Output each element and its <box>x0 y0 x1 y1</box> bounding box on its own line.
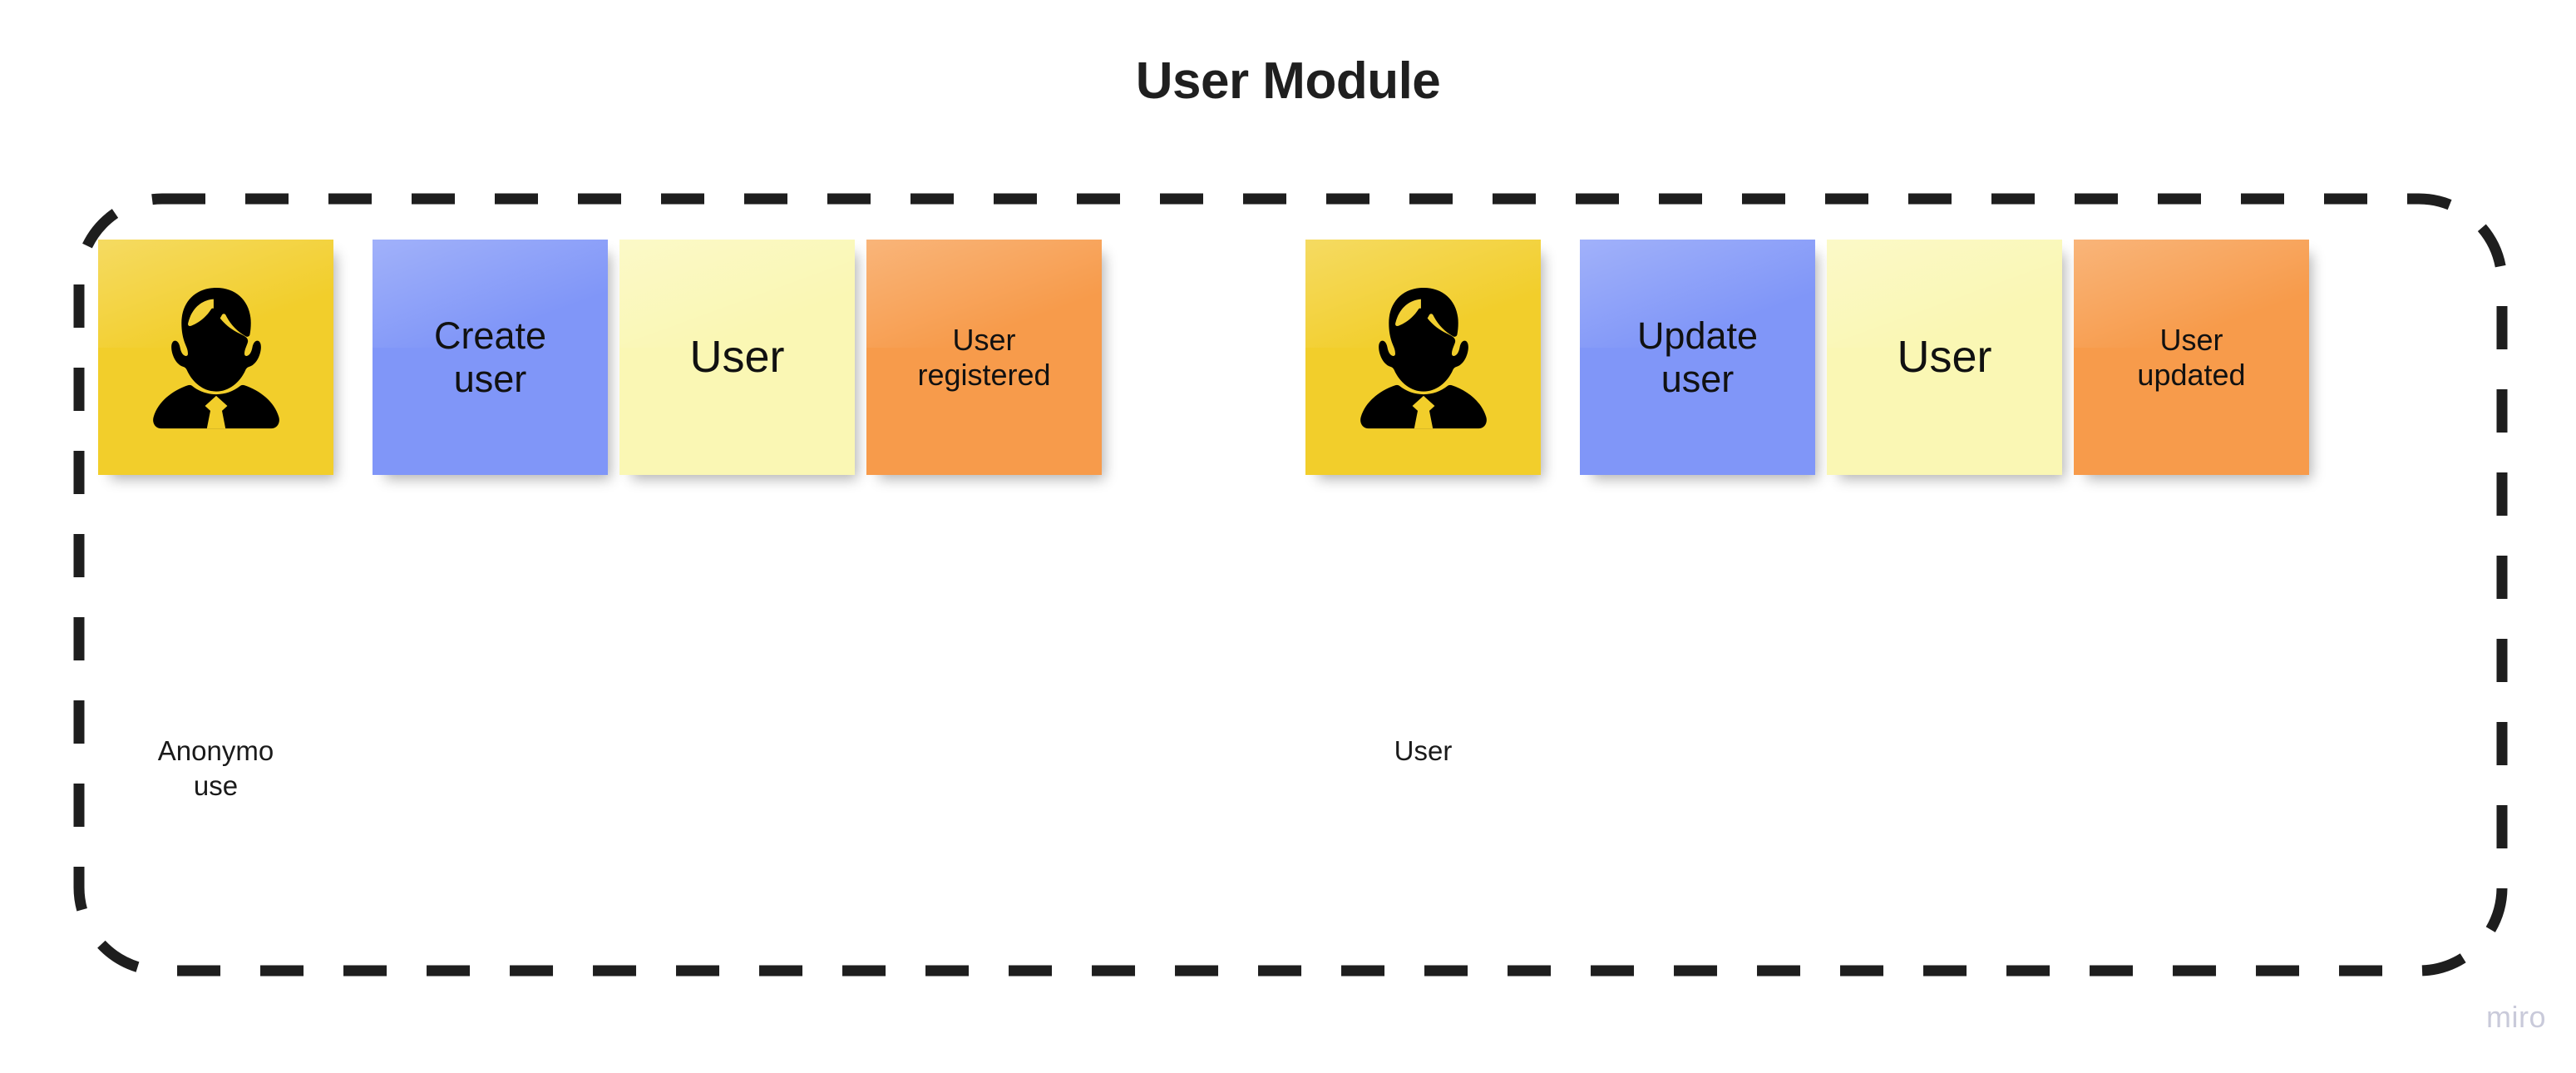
sticky-note-actor[interactable] <box>1305 240 1541 475</box>
sticky-note-event[interactable]: User updated <box>2074 240 2309 475</box>
sticky-note-actor[interactable] <box>98 240 333 475</box>
miro-board-canvas: User Module Anonymo use Create user User… <box>0 0 2576 1073</box>
sticky-note-text: Update user <box>1636 314 1759 400</box>
sticky-note-text: User <box>1897 331 1992 382</box>
event-slot: User registered <box>866 240 1102 475</box>
sticky-note-text: Create user <box>433 314 547 400</box>
actor-label: User <box>1394 735 1453 766</box>
sticky-note-text: User <box>689 331 785 382</box>
miro-watermark: miro <box>2486 1000 2546 1034</box>
sticky-note-command[interactable]: Create user <box>373 240 608 475</box>
actor-slot: Anonymo use <box>98 240 333 801</box>
command-slot: Create user <box>373 240 608 475</box>
actor-slot: User <box>1305 240 1541 766</box>
command-slot: Update user <box>1580 240 1815 475</box>
user-avatar-icon <box>1360 287 1487 428</box>
aggregate-slot: User <box>619 240 855 475</box>
sticky-note-text: User updated <box>2137 323 2246 392</box>
sticky-note-event[interactable]: User registered <box>866 240 1102 475</box>
sticky-note-aggregate[interactable]: User <box>1827 240 2062 475</box>
user-avatar-icon <box>152 287 279 428</box>
sticky-note-command[interactable]: Update user <box>1580 240 1815 475</box>
page-title: User Module <box>1135 52 1441 110</box>
actor-label: Anonymo use <box>157 735 274 802</box>
aggregate-slot: User <box>1827 240 2062 475</box>
event-slot: User updated <box>2074 240 2309 475</box>
sticky-note-aggregate[interactable]: User <box>619 240 855 475</box>
sticky-note-text: User registered <box>917 323 1051 392</box>
